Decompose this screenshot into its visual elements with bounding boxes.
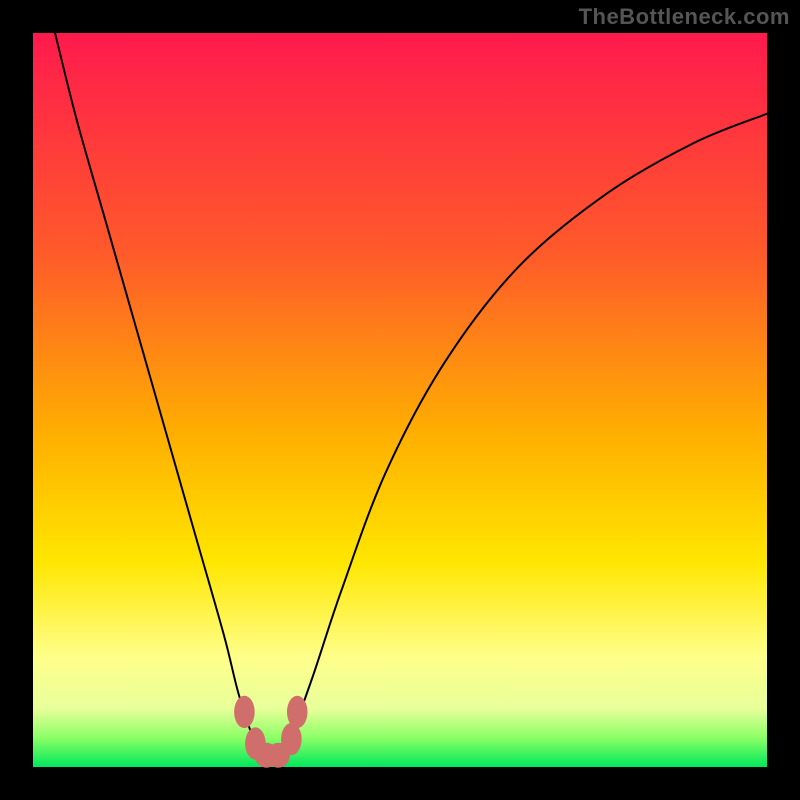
curve-marker <box>234 696 255 728</box>
bottleneck-chart <box>0 0 800 800</box>
watermark-text: TheBottleneck.com <box>579 4 790 30</box>
chart-frame: TheBottleneck.com <box>0 0 800 800</box>
plot-background <box>33 33 767 767</box>
curve-marker <box>287 696 308 728</box>
